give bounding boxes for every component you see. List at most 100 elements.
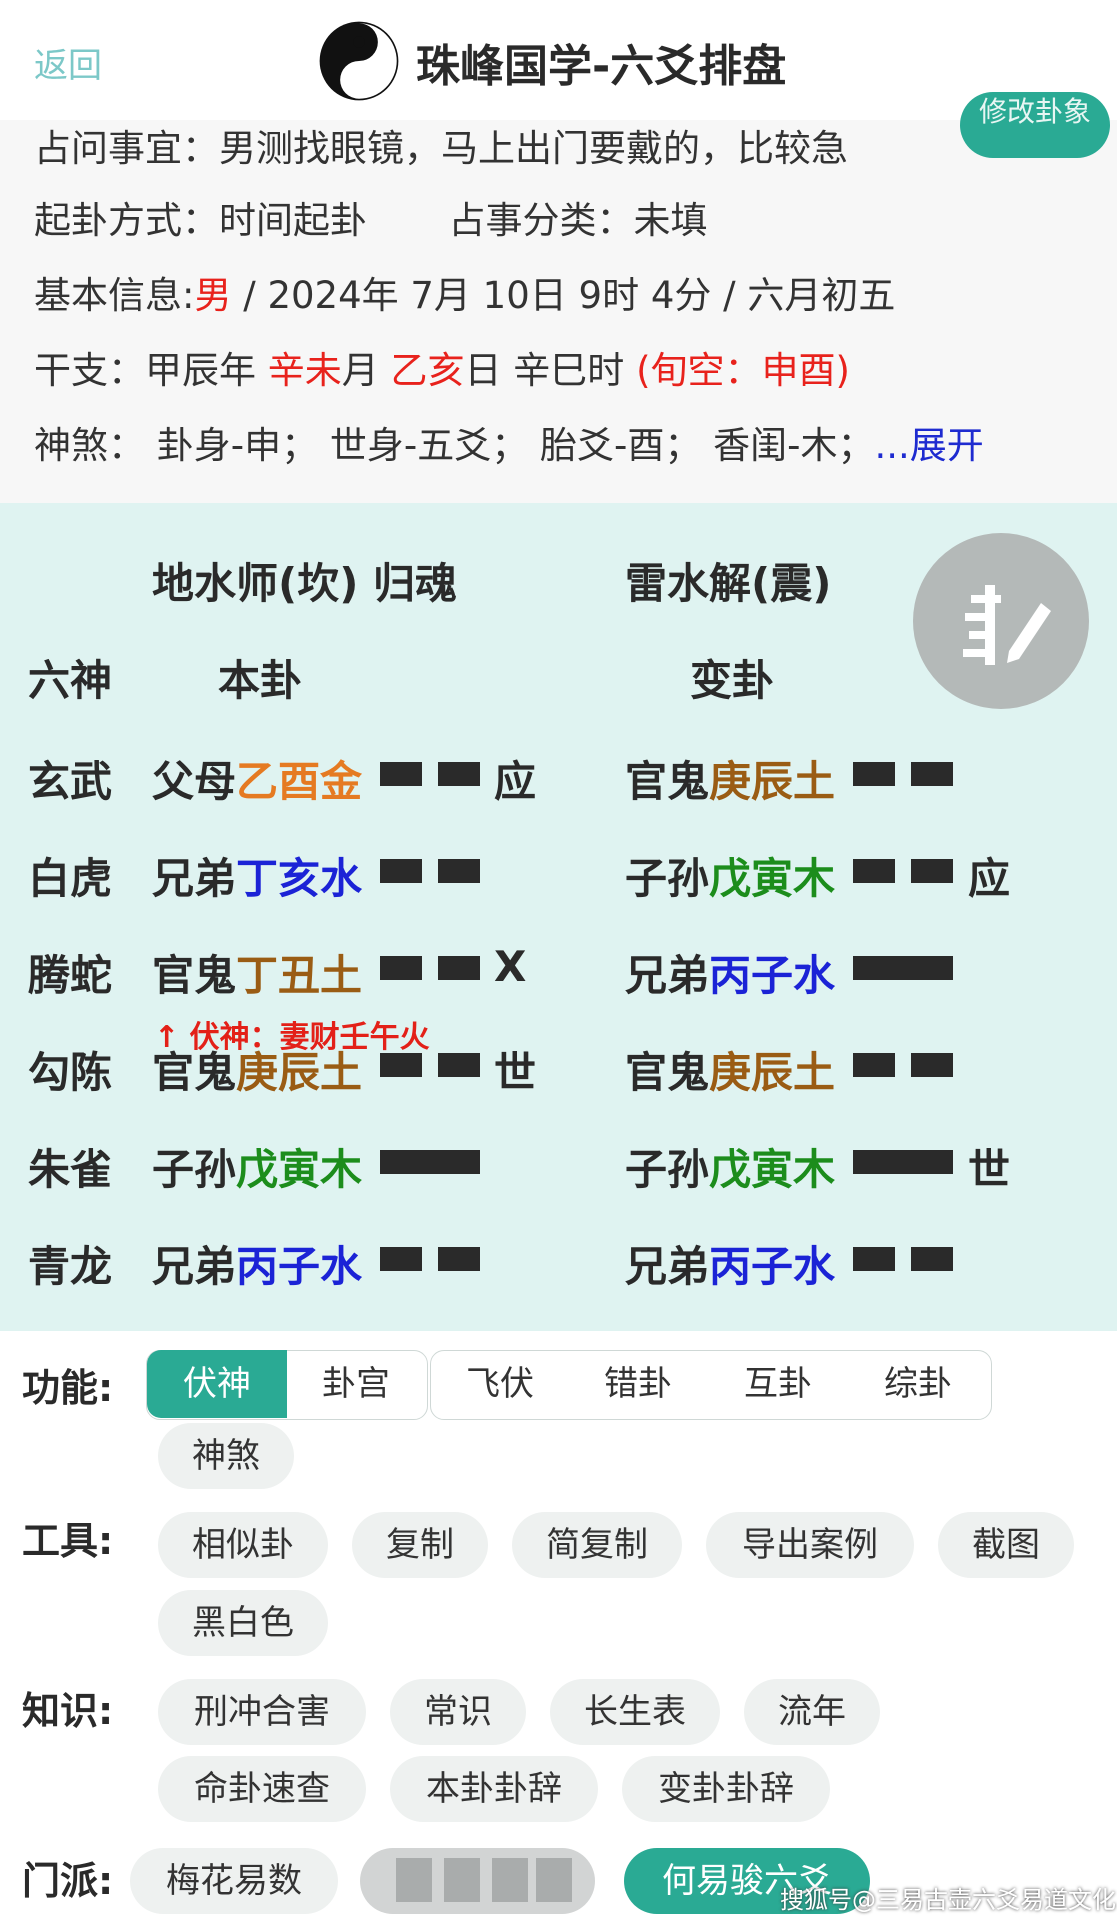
category-label: 占事分类： <box>448 199 634 242</box>
changed-line-text: 官鬼庚辰土 <box>625 1039 835 1100</box>
column-header-main: 本卦 <box>218 656 303 705</box>
tools-label: 工具: <box>22 1519 114 1563</box>
changed-hexagram-title: 雷水解(震) <box>625 559 832 608</box>
changed-line-kinship: 官鬼 <box>625 757 710 806</box>
divination-info: 占问事宜：男测找眼镜，马上出门要戴的，比较急 起卦方式：时间起卦 占事分类：未填… <box>0 120 1117 503</box>
main-line-mark: 世 <box>494 1048 537 1097</box>
xunkong: (旬空：申酉) <box>636 349 850 392</box>
changed-line-ganzhi: 庚辰土 <box>709 757 836 806</box>
month-suffix: 月 <box>341 349 391 392</box>
main-line-ganzhi: 丙子水 <box>236 1242 363 1291</box>
tab-guagong[interactable]: 卦宫 <box>287 1350 425 1418</box>
six-god-label: 腾蛇 <box>28 951 113 1000</box>
changed-line-ganzhi: 戊寅木 <box>709 1145 836 1194</box>
six-god-label: 朱雀 <box>28 1145 113 1194</box>
changed-line-ganzhi: 庚辰土 <box>709 1048 836 1097</box>
main-line-text: 官鬼丁丑土 <box>152 942 362 1003</box>
main-line-text: 兄弟丁亥水 <box>152 845 362 906</box>
knowledge-label: 知识: <box>22 1689 114 1733</box>
knowledge-minggua-button[interactable]: 命卦速查 <box>158 1756 366 1822</box>
main-line-text: 子孙戊寅木 <box>152 1136 362 1197</box>
knowledge-main-text-button[interactable]: 本卦卦辞 <box>390 1756 598 1822</box>
method-label: 起卦方式： <box>34 199 219 242</box>
main-line-ganzhi: 丁亥水 <box>236 854 363 903</box>
notes-button[interactable] <box>913 533 1089 709</box>
main-line-kinship: 官鬼 <box>152 951 237 1000</box>
day-ganzhi: 乙亥 <box>390 349 465 392</box>
six-god-label: 勾陈 <box>28 1048 113 1097</box>
category-value: 未填 <box>633 199 708 242</box>
tab-fushen[interactable]: 伏神 <box>147 1350 287 1418</box>
edit-hexagram-button[interactable]: 修改卦象 <box>960 92 1110 158</box>
six-god-label: 玄武 <box>28 757 113 806</box>
main-line-kinship: 父母 <box>152 757 237 806</box>
tool-export-case-button[interactable]: 导出案例 <box>706 1512 914 1578</box>
changed-line-kinship: 子孙 <box>625 1145 710 1194</box>
changed-line-yao <box>853 1247 953 1271</box>
changed-line-yao <box>853 859 953 883</box>
tab-zonggua[interactable]: 综卦 <box>848 1350 988 1418</box>
main-line-text: 兄弟丙子水 <box>152 1233 362 1294</box>
tool-copy-button[interactable]: 复制 <box>352 1512 488 1578</box>
school-label: 门派: <box>22 1859 114 1903</box>
tab-feifu[interactable]: 飞伏 <box>432 1350 568 1418</box>
back-button[interactable]: 返回 <box>34 38 102 87</box>
year-ganzhi: 甲辰年 <box>145 349 268 392</box>
blurred-school-button[interactable] <box>360 1848 595 1914</box>
expand-link[interactable]: ...展开 <box>874 424 983 467</box>
main-line-yao <box>380 762 480 786</box>
knowledge-common-button[interactable]: 常识 <box>390 1679 526 1745</box>
shensha-chip[interactable]: 神煞 <box>158 1423 294 1489</box>
changed-line-ganzhi: 戊寅木 <box>709 854 836 903</box>
main-line-mark: X <box>494 942 527 991</box>
question-label: 占问事宜： <box>34 127 219 170</box>
main-line-yao <box>380 1150 480 1174</box>
method-row: 起卦方式：时间起卦 占事分类：未填 <box>34 190 708 244</box>
watermark: 搜狐号@三易古壶六爻易道文化 <box>780 1886 1116 1914</box>
main-line-kinship: 子孙 <box>152 1145 237 1194</box>
tool-monochrome-button[interactable]: 黑白色 <box>158 1590 328 1656</box>
main-line-yao <box>380 956 480 980</box>
changed-line-ganzhi: 丙子水 <box>709 951 836 1000</box>
basic-info-value: / 2024年 7月 10日 9时 4分 / 六月初五 <box>231 274 896 317</box>
fushen-note: ↑ 伏神：妻财壬午火 <box>154 1020 430 1055</box>
hour-ganzhi: 辛巳时 <box>513 349 637 392</box>
six-god-label: 青龙 <box>28 1242 113 1291</box>
changed-line-text: 官鬼庚辰土 <box>625 748 835 809</box>
page-title: 珠峰国学-六爻排盘 <box>416 41 787 92</box>
main-line-kinship: 兄弟 <box>152 854 237 903</box>
main-line-ganzhi: 乙酉金 <box>236 757 363 806</box>
changed-line-kinship: 子孙 <box>625 854 710 903</box>
changed-line-yao <box>853 762 953 786</box>
edit-note-icon <box>963 585 1051 665</box>
knowledge-liunian-button[interactable]: 流年 <box>744 1679 880 1745</box>
school-meihua-button[interactable]: 梅花易数 <box>130 1848 338 1914</box>
knowledge-xingchong-button[interactable]: 刑冲合害 <box>158 1679 366 1745</box>
changed-line-kinship: 官鬼 <box>625 1048 710 1097</box>
knowledge-changed-text-button[interactable]: 变卦卦辞 <box>622 1756 830 1822</box>
main-line-yao <box>380 859 480 883</box>
main-line-yao <box>380 1053 480 1077</box>
changed-line-ganzhi: 丙子水 <box>709 1242 836 1291</box>
changed-line-text: 兄弟丙子水 <box>625 1233 835 1294</box>
tool-simple-copy-button[interactable]: 简复制 <box>512 1512 682 1578</box>
changed-line-mark: 应 <box>968 854 1011 903</box>
column-header-changed: 变卦 <box>690 656 775 705</box>
shensha-row: 神煞： 卦身-申； 世身-五爻； 胎爻-酉； 香闺-木；...展开 <box>34 415 984 469</box>
app-header: 返回 珠峰国学-六爻排盘 <box>0 0 1117 120</box>
tab-cuogua[interactable]: 错卦 <box>568 1350 708 1418</box>
knowledge-changsheng-button[interactable]: 长生表 <box>550 1679 720 1745</box>
main-line-kinship: 兄弟 <box>152 1242 237 1291</box>
tool-screenshot-button[interactable]: 截图 <box>938 1512 1074 1578</box>
main-line-ganzhi: 戊寅木 <box>236 1145 363 1194</box>
tool-similar-button[interactable]: 相似卦 <box>158 1512 328 1578</box>
main-hexagram-title: 地水师(坎) 归魂 <box>152 559 458 608</box>
shensha-value: 卦身-申； 世身-五爻； 胎爻-酉； 香闺-木； <box>145 424 875 467</box>
question-row: 占问事宜：男测找眼镜，马上出门要戴的，比较急 <box>34 118 848 172</box>
main-line-ganzhi: 丁丑土 <box>236 951 363 1000</box>
changed-line-text: 兄弟丙子水 <box>625 942 835 1003</box>
tab-hugua[interactable]: 互卦 <box>708 1350 848 1418</box>
changed-line-kinship: 兄弟 <box>625 951 710 1000</box>
changed-line-kinship: 兄弟 <box>625 1242 710 1291</box>
ganzhi-row: 干支：甲辰年 辛未月 乙亥日 辛巳时 (旬空：申酉) <box>34 340 850 394</box>
